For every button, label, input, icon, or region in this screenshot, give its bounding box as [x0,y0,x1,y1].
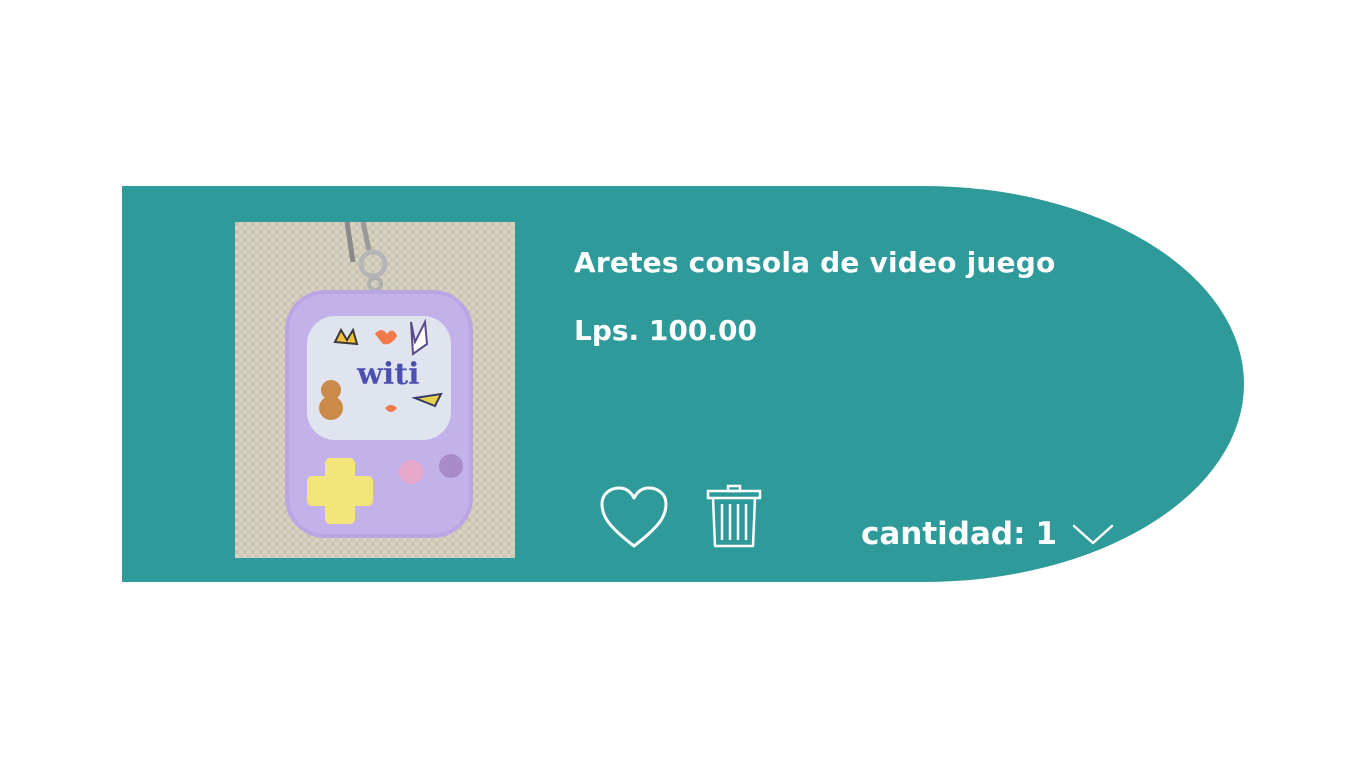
svg-text:witi: witi [356,357,419,392]
product-price: Lps. 100.00 [574,314,757,347]
cart-item-card: witi Aretes consola de video juego Lps. … [122,186,1244,582]
delete-button[interactable] [704,484,764,550]
quantity-value: 1 [1035,516,1058,552]
product-image[interactable]: witi [235,222,515,558]
favorite-button[interactable] [598,486,670,552]
product-title: Aretes consola de video juego [574,246,1056,279]
trash-icon [706,484,762,548]
quantity-label: cantidad: [861,516,1026,552]
chevron-down-icon[interactable] [1071,521,1115,547]
heart-icon [600,486,668,548]
cart-item-stage: witi Aretes consola de video juego Lps. … [0,0,1366,768]
product-photo: witi [235,222,515,558]
quantity-selector[interactable]: cantidad: 1 [861,516,1115,552]
